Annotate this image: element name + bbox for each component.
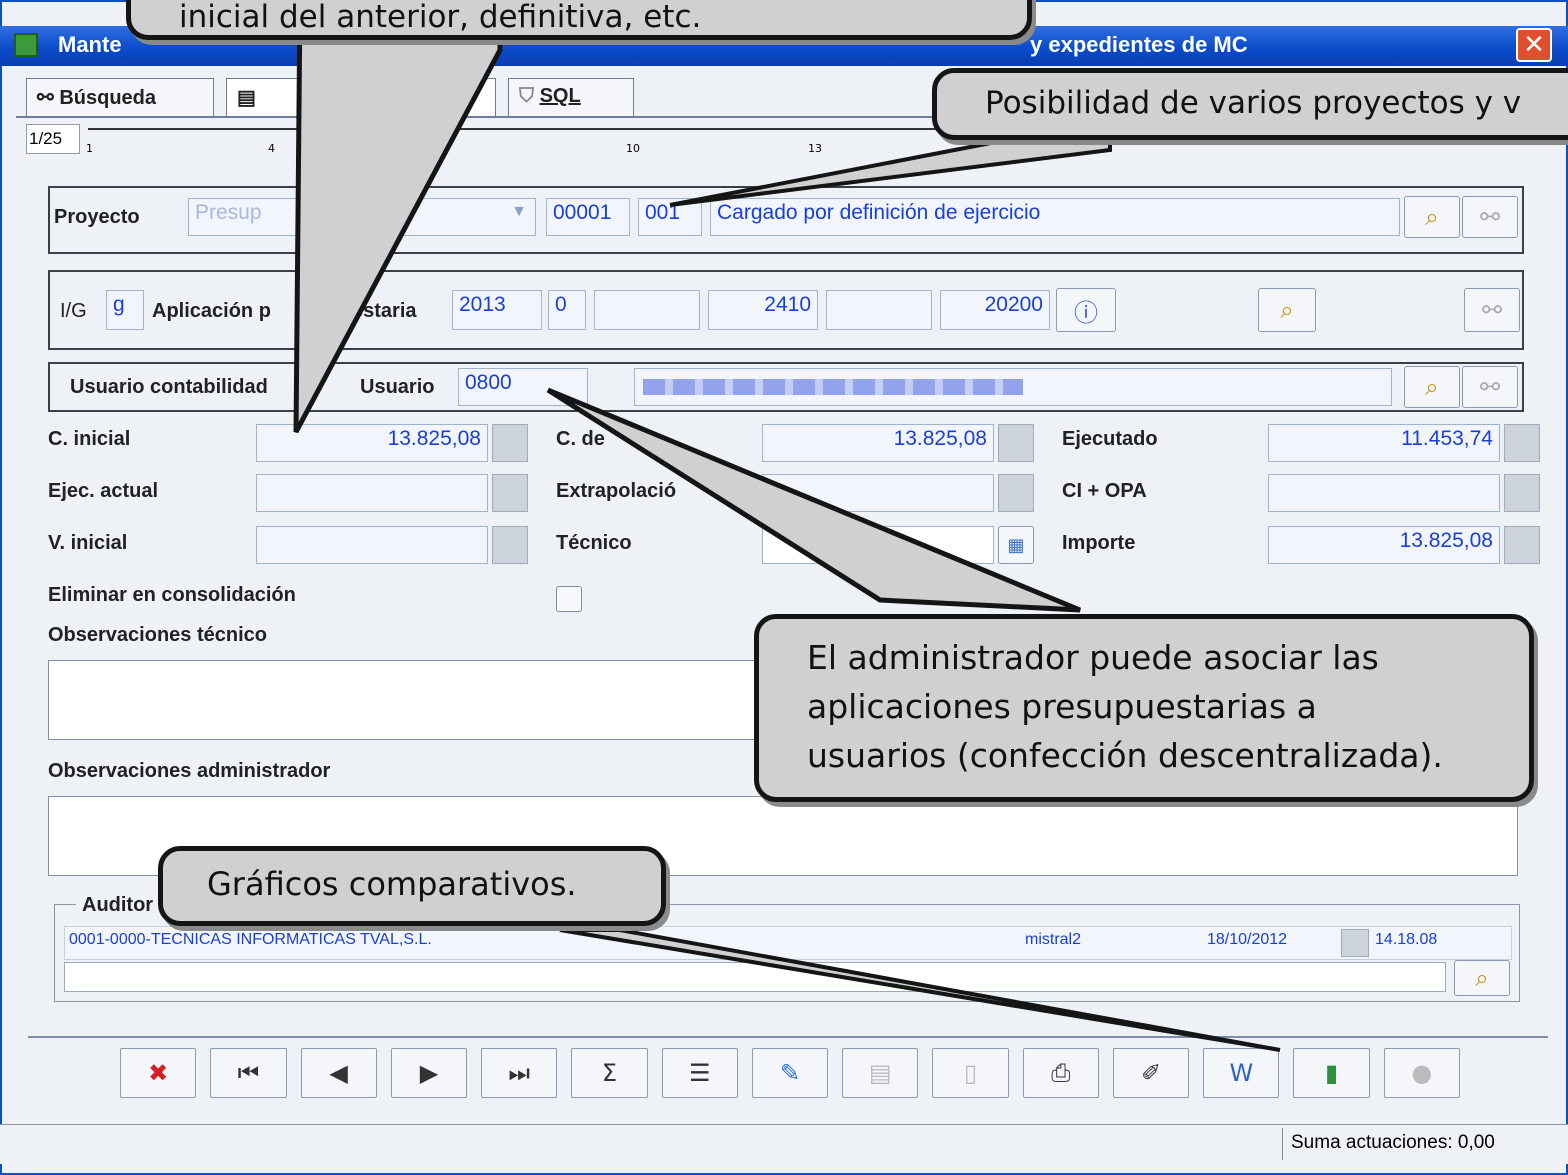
pointer-top (293, 0, 503, 434)
callout-middle: El administrador puede asociar las aplic… (754, 614, 1534, 802)
pointer-graphs (559, 928, 1281, 1052)
callout-right: Posibilidad de varios proyectos y v (932, 68, 1568, 140)
callout-pointers (293, 0, 1281, 1052)
callout-graphs: Gráficos comparativos. (158, 846, 666, 926)
pointer-middle (546, 387, 1081, 613)
callout-top: inicial del anterior, definitiva, etc. (126, 0, 1032, 40)
